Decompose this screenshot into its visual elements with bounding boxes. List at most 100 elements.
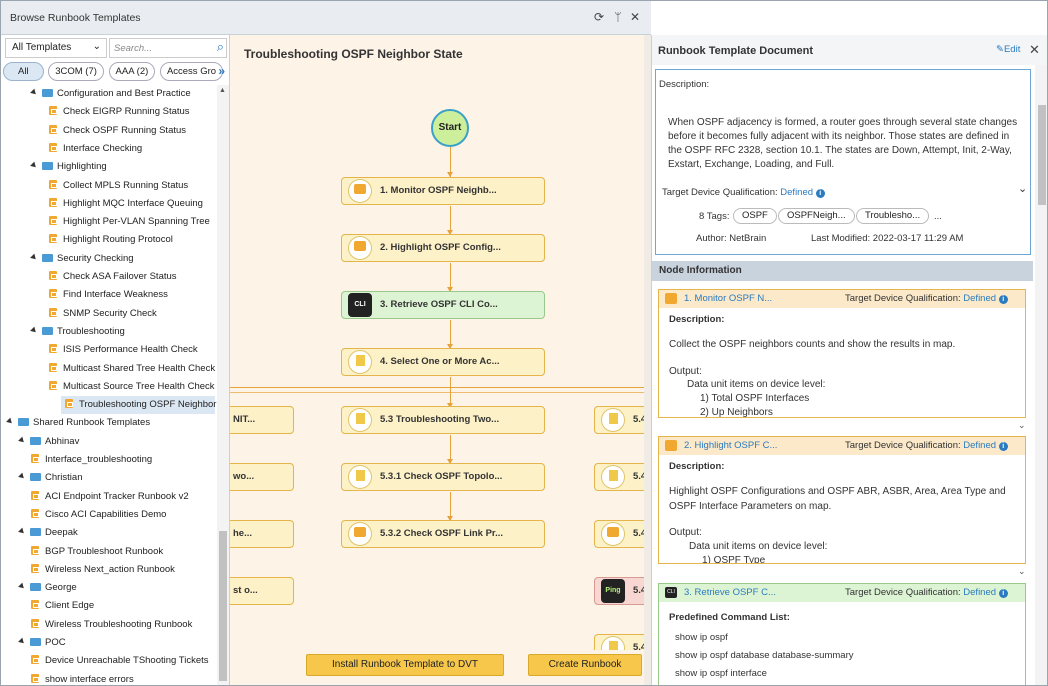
- expand-triangle-icon[interactable]: [18, 436, 26, 445]
- tree-item[interactable]: ISIS Performance Health Check: [49, 341, 198, 359]
- expand-chevron-icon[interactable]: ⌄: [1018, 566, 1026, 577]
- qual-value[interactable]: Defined: [963, 293, 996, 304]
- qual-value[interactable]: Defined: [963, 440, 996, 451]
- tree-folder[interactable]: Configuration and Best Practice: [30, 85, 191, 103]
- expand-triangle-icon[interactable]: [6, 418, 14, 426]
- tree-item[interactable]: Find Interface Weakness: [49, 286, 168, 304]
- double-chevron-right-icon[interactable]: »: [218, 64, 225, 78]
- tree-item[interactable]: show interface errors: [31, 671, 134, 685]
- flow-node-left-4[interactable]: st o...: [230, 577, 294, 605]
- tree-item[interactable]: Wireless Next_action Runbook: [31, 561, 175, 579]
- expand-triangle-icon[interactable]: [30, 161, 38, 170]
- tag-chip[interactable]: OSPFNeigh...: [778, 208, 855, 224]
- tree-item[interactable]: Wireless Troubleshooting Runbook: [31, 616, 192, 634]
- flow-node-right-3[interactable]: 5.4: [594, 520, 644, 548]
- flow-node-5-3-2[interactable]: 5.3.2 Check OSPF Link Pr...: [341, 520, 545, 548]
- tree-scrollbar[interactable]: ▲: [217, 85, 229, 685]
- flowchart-canvas[interactable]: Start 1. Monitor OSPF Neighb... 2. Highl…: [230, 70, 644, 650]
- scroll-thumb[interactable]: [1038, 105, 1046, 205]
- tree-folder[interactable]: George: [18, 579, 77, 597]
- tree-item[interactable]: Check ASA Failover Status: [49, 268, 177, 286]
- tree-item[interactable]: Highlight Per-VLAN Spanning Tree: [49, 213, 210, 231]
- tree-item[interactable]: BGP Troubleshoot Runbook: [31, 543, 163, 561]
- search-input[interactable]: Search... ⌕: [109, 38, 227, 58]
- tree-item[interactable]: Interface_troubleshooting: [31, 451, 152, 469]
- chevron-down-icon[interactable]: ⌄: [1018, 182, 1027, 195]
- more-tags[interactable]: ...: [934, 211, 942, 222]
- target-qual-value[interactable]: Defined: [780, 187, 813, 198]
- close-icon[interactable]: ✕: [628, 10, 642, 24]
- expand-triangle-icon[interactable]: [30, 253, 38, 262]
- flow-node-left-1[interactable]: NIT...: [230, 406, 294, 434]
- pin-icon[interactable]: ᛘ: [611, 10, 625, 24]
- tree-item[interactable]: Cisco ACI Capabilities Demo: [31, 506, 166, 524]
- expand-triangle-icon[interactable]: [18, 637, 26, 646]
- card-title[interactable]: 3. Retrieve OSPF C...: [684, 587, 776, 598]
- tree-item[interactable]: Device Unreachable TShooting Tickets: [31, 652, 209, 670]
- tree-item[interactable]: Client Edge: [31, 597, 94, 615]
- flow-node-3[interactable]: CLI 3. Retrieve OSPF CLI Co...: [341, 291, 545, 319]
- tree-item[interactable]: Multicast Shared Tree Health Check: [49, 360, 215, 378]
- flow-node-2[interactable]: 2. Highlight OSPF Config...: [341, 234, 545, 262]
- tree-item[interactable]: Highlight Routing Protocol: [49, 231, 173, 249]
- expand-triangle-icon[interactable]: [30, 326, 38, 335]
- tree-folder[interactable]: Highlighting: [30, 158, 107, 176]
- tree-folder[interactable]: Christian: [18, 469, 83, 487]
- expand-triangle-icon[interactable]: [18, 472, 26, 481]
- tree-item[interactable]: Interface Checking: [49, 140, 142, 158]
- flow-node-left-3[interactable]: he...: [230, 520, 294, 548]
- chip-aaa[interactable]: AAA (2): [108, 62, 156, 81]
- card-title[interactable]: 2. Highlight OSPF C...: [684, 440, 777, 451]
- expand-chevron-icon[interactable]: ⌄: [1018, 420, 1026, 431]
- refresh-icon[interactable]: ⟳: [592, 10, 606, 24]
- tag-chip[interactable]: OSPF: [733, 208, 777, 224]
- card-title[interactable]: 1. Monitor OSPF N...: [684, 293, 772, 304]
- close-document-icon[interactable]: ✕: [1029, 42, 1040, 58]
- tree-item[interactable]: Check EIGRP Running Status: [49, 103, 190, 121]
- expand-triangle-icon[interactable]: [18, 582, 26, 591]
- tree-item[interactable]: Highlight MQC Interface Queuing: [49, 195, 203, 213]
- expand-triangle-icon[interactable]: [30, 88, 38, 97]
- flow-node-right-2[interactable]: 5.4: [594, 463, 644, 491]
- tree-folder[interactable]: POC: [18, 634, 66, 652]
- flow-node-left-2[interactable]: wo...: [230, 463, 294, 491]
- install-runbook-template-button[interactable]: Install Runbook Template to DVT: [306, 654, 504, 676]
- tree-item[interactable]: ACI Endpoint Tracker Runbook v2: [31, 488, 189, 506]
- scroll-up-icon[interactable]: ▲: [219, 87, 226, 94]
- info-icon[interactable]: i: [998, 589, 1008, 598]
- chip-all[interactable]: All: [3, 62, 44, 81]
- flow-node-right-5[interactable]: 5.4: [594, 634, 644, 650]
- tree-item[interactable]: Troubleshooting OSPF Neighbor ...: [61, 396, 217, 415]
- chip-access-group[interactable]: Access Gro: [159, 62, 224, 81]
- template-category-select[interactable]: All Templates ⌄: [5, 38, 107, 58]
- info-icon[interactable]: i: [815, 189, 825, 198]
- info-icon[interactable]: i: [998, 295, 1008, 304]
- info-icon[interactable]: i: [998, 442, 1008, 451]
- edit-button[interactable]: ✎Edit: [996, 44, 1020, 55]
- scroll-thumb[interactable]: [219, 531, 227, 681]
- start-node[interactable]: Start: [431, 109, 469, 147]
- flow-node-5-3-1[interactable]: 5.3.1 Check OSPF Topolo...: [341, 463, 545, 491]
- tree-item[interactable]: Check OSPF Running Status: [49, 122, 186, 140]
- chip-3com[interactable]: 3COM (7): [48, 62, 104, 81]
- search-icon[interactable]: ⌕: [217, 39, 224, 55]
- tag-chip[interactable]: Troublesho...: [856, 208, 930, 224]
- flow-node-right-1[interactable]: 5.4: [594, 406, 644, 434]
- expand-triangle-icon[interactable]: [18, 527, 26, 536]
- flow-node-5-3[interactable]: 5.3 Troubleshooting Two...: [341, 406, 545, 434]
- tree-folder[interactable]: Security Checking: [30, 250, 134, 268]
- create-runbook-button[interactable]: Create Runbook: [528, 654, 642, 676]
- document-scrollbar[interactable]: [1035, 65, 1047, 685]
- tree-item[interactable]: Multicast Source Tree Health Check: [49, 378, 215, 396]
- flow-node-4[interactable]: 4. Select One or More Ac...: [341, 348, 545, 376]
- tree-item[interactable]: SNMP Security Check: [49, 305, 157, 323]
- qual-value[interactable]: Defined: [963, 587, 996, 598]
- tree-folder[interactable]: Deepak: [18, 524, 78, 542]
- tree-folder[interactable]: Abhinav: [18, 433, 79, 451]
- canvas-scrollbar[interactable]: [644, 35, 651, 685]
- tree-folder[interactable]: Shared Runbook Templates: [6, 414, 150, 432]
- tree-folder[interactable]: Troubleshooting: [30, 323, 125, 341]
- flow-node-right-4[interactable]: Ping 5.4: [594, 577, 644, 605]
- tree-item[interactable]: Collect MPLS Running Status: [49, 177, 188, 195]
- flow-node-1[interactable]: 1. Monitor OSPF Neighb...: [341, 177, 545, 205]
